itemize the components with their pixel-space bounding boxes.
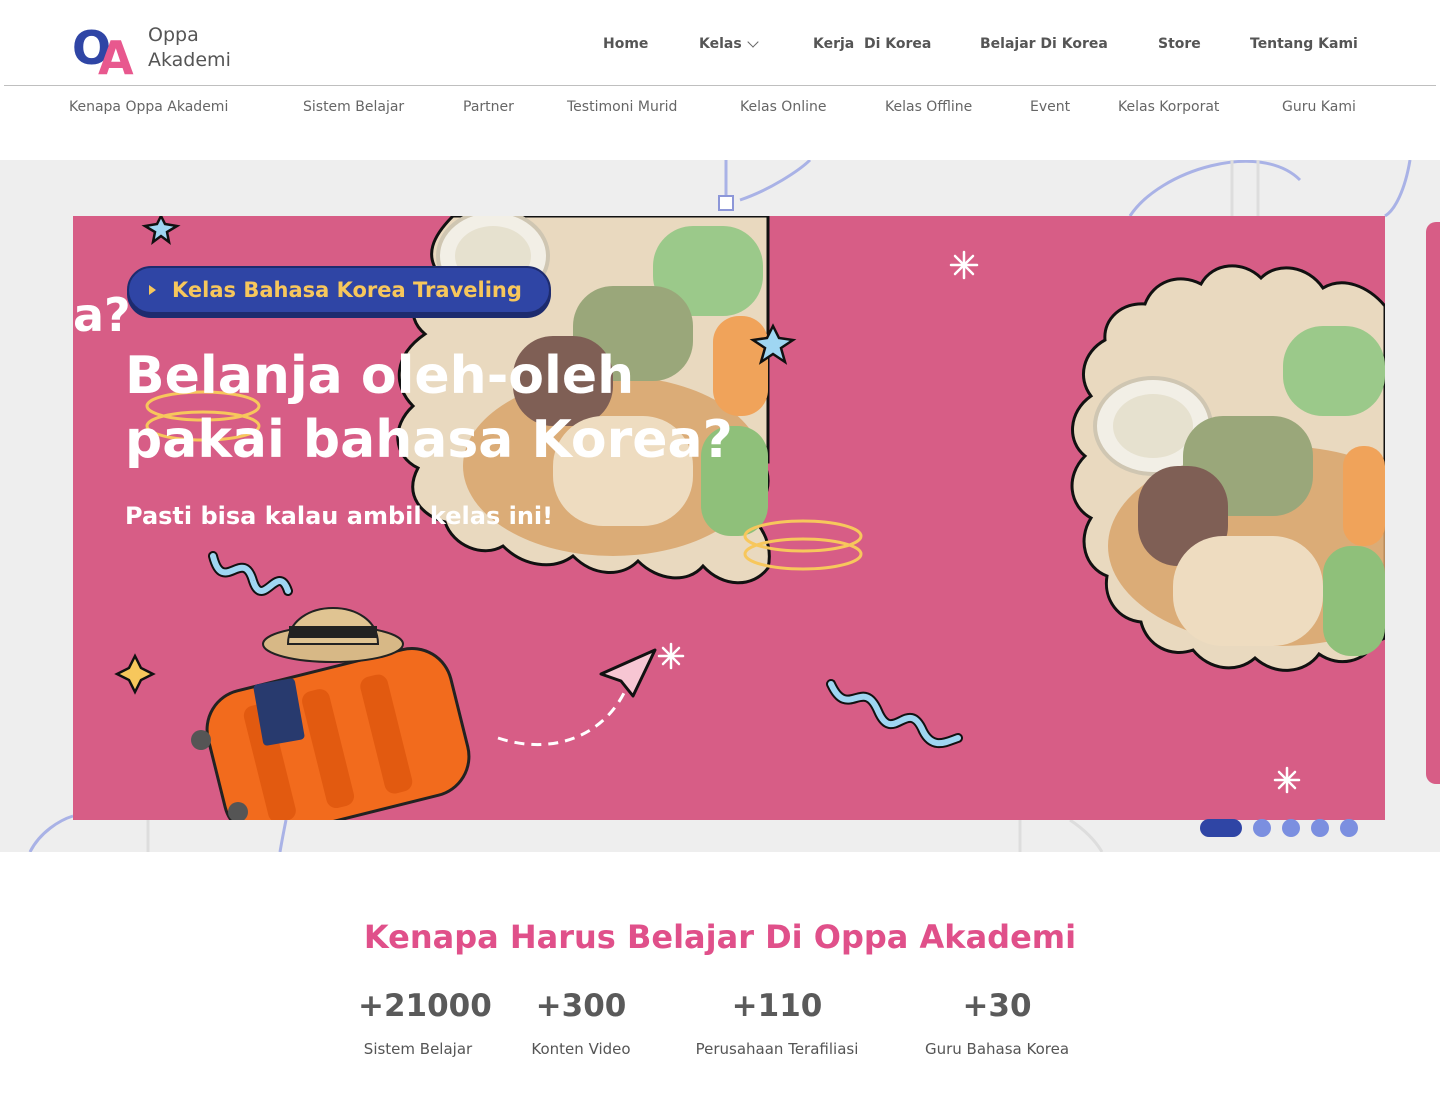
subnav-testimoni-murid[interactable]: Testimoni Murid [567,99,677,115]
main-nav: Home Kelas Kerja Di Korea Belajar Di Kor… [0,35,1440,60]
nav-kelas[interactable]: Kelas [699,35,759,52]
nav-home-label: Home [603,36,649,52]
subnav-kelas-offline[interactable]: Kelas Offline [885,99,972,115]
nav-home[interactable]: Home [603,36,648,52]
chevron-down-icon [747,35,759,48]
previous-slide-fragment: a? [73,288,131,342]
stat-item: +30 Guru Bahasa Korea [912,986,1082,1058]
nav-kelas-label: Kelas [699,36,742,52]
next-slide-peek[interactable] [1426,222,1440,784]
site-header: O A Oppa Akademi Home Kelas Kerja Di Kor… [0,0,1440,86]
subnav-partner[interactable]: Partner [463,99,514,115]
nav-belajar-di-korea[interactable]: Belajar Di Korea [980,36,1108,52]
slider-dot-1[interactable] [1200,819,1242,837]
subnav-sistem-belajar[interactable]: Sistem Belajar [303,99,404,115]
slider-pagination [1200,819,1369,837]
subnav-kelas-online[interactable]: Kelas Online [740,99,826,115]
play-icon [149,285,156,295]
slider-dot-2[interactable] [1253,819,1271,837]
stat-item: +21000 Sistem Belajar [358,986,492,1058]
nav-store[interactable]: Store [1158,36,1201,52]
class-tag-badge[interactable]: Kelas Bahasa Korea Traveling [127,266,551,314]
stat-label: Konten Video [531,1040,631,1058]
slide-title: Belanja oleh-oleh pakai bahasa Korea? [125,346,733,470]
hero-slide[interactable]: a? Kelas Bahasa Korea Traveling Belanja … [73,216,1385,820]
slide-subtitle: Pasti bisa kalau ambil kelas ini! [125,502,554,530]
slider-dot-4[interactable] [1311,819,1329,837]
class-tag-label: Kelas Bahasa Korea Traveling [172,278,522,302]
slider-dot-5[interactable] [1340,819,1358,837]
nav-kerja-label: Kerja Di Korea [813,36,932,52]
stat-label: Perusahaan Terafiliasi [695,1040,859,1058]
stat-value: +300 [535,988,627,1024]
nav-tentang-kami[interactable]: Tentang Kami [1250,36,1358,52]
stat-label: Guru Bahasa Korea [924,1040,1070,1058]
nav-store-label: Store [1158,36,1201,52]
stat-value: +110 [731,988,823,1024]
why-section-title: Kenapa Harus Belajar Di Oppa Akademi [363,918,1077,956]
suitcase-illustration [191,607,471,820]
subnav-kelas-korporat[interactable]: Kelas Korporat [1118,99,1219,115]
sub-nav: Kenapa Oppa Akademi Sistem Belajar Partn… [0,99,1440,121]
nav-belajar-label: Belajar Di Korea [980,36,1108,52]
stat-item: +110 Perusahaan Terafiliasi [682,986,872,1058]
subnav-kenapa-oppa-akademi[interactable]: Kenapa Oppa Akademi [69,99,228,115]
slider-dot-3[interactable] [1282,819,1300,837]
stat-item: +300 Konten Video [521,986,641,1058]
subnav-event[interactable]: Event [1030,99,1070,115]
nav-kerja-di-korea[interactable]: Kerja Di Korea [813,36,931,52]
header-divider [4,85,1436,86]
stat-label: Sistem Belajar [363,1040,473,1058]
stat-value: +30 [962,988,1032,1024]
stat-value: +21000 [358,988,492,1024]
nav-tentang-label: Tentang Kami [1250,36,1358,52]
subnav-guru-kami[interactable]: Guru Kami [1282,99,1356,115]
